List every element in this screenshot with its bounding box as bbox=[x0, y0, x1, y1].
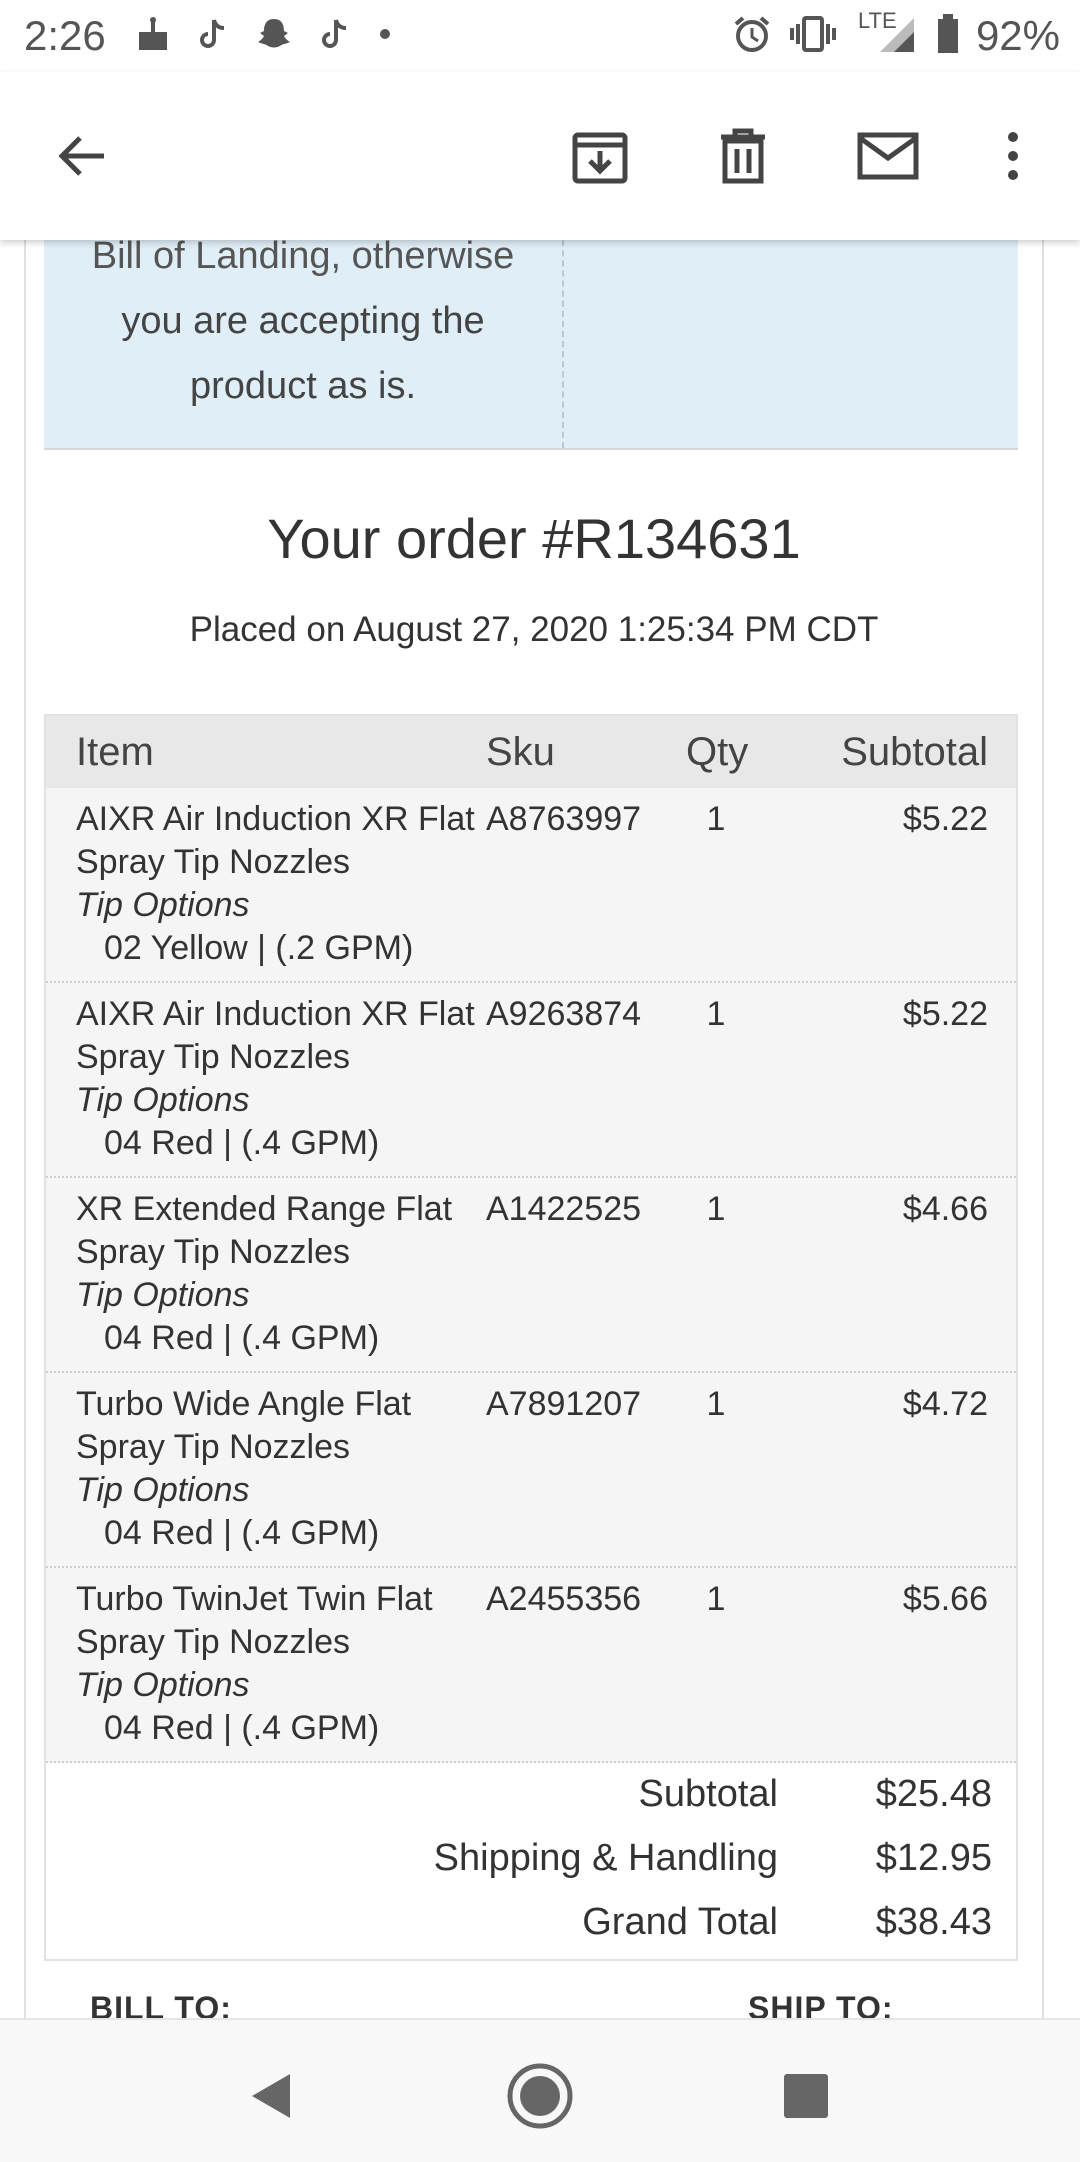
vibrate-icon bbox=[788, 14, 838, 59]
option-label: Tip Options bbox=[76, 1081, 250, 1119]
option-value: 04 Red | (.4 GPM) bbox=[104, 1709, 380, 1747]
header-item: Item bbox=[76, 729, 154, 774]
notice-divider bbox=[562, 240, 564, 448]
trash-icon bbox=[721, 128, 765, 184]
back-triangle-icon bbox=[252, 2074, 290, 2118]
option-label: Tip Options bbox=[76, 886, 250, 924]
header-qty: Qty bbox=[686, 729, 749, 774]
back-arrow-icon bbox=[58, 136, 104, 176]
order-placed-date: Placed on August 27, 2020 1:25:34 PM CDT bbox=[189, 610, 879, 649]
item-subtotal: $4.66 bbox=[902, 1190, 988, 1228]
grand-total-line: Grand Total $38.43 bbox=[46, 1901, 1020, 1965]
grand-total-value: $38.43 bbox=[875, 1901, 992, 1943]
home-circle-icon bbox=[507, 2063, 573, 2129]
table-row: XR Extended Range Flat Spray Tip Nozzles… bbox=[46, 1178, 1016, 1373]
ship-to-heading: SHIP TO: bbox=[748, 1990, 894, 2018]
option-value: 04 Red | (.4 GPM) bbox=[104, 1514, 380, 1552]
bill-to-heading: BILL TO: bbox=[90, 1990, 232, 2018]
notice-line-2: you are accepting the bbox=[121, 300, 485, 342]
item-sku: A2455356 bbox=[486, 1580, 642, 1618]
table-row: AIXR Air Induction XR Flat Spray Tip Noz… bbox=[46, 983, 1016, 1178]
option-value: 04 Red | (.4 GPM) bbox=[104, 1124, 380, 1162]
grand-total-label: Grand Total bbox=[582, 1901, 778, 1943]
status-bar: 2:26 LTE 92% bbox=[0, 0, 1080, 72]
item-qty: 1 bbox=[706, 995, 726, 1033]
table-row: Turbo TwinJet Twin Flat Spray Tip Nozzle… bbox=[46, 1568, 1016, 1763]
more-vert-icon bbox=[1008, 132, 1018, 180]
back-button[interactable] bbox=[42, 116, 122, 196]
network-type: LTE bbox=[857, 7, 897, 33]
signal-icon: LTE bbox=[854, 8, 920, 59]
option-label: Tip Options bbox=[76, 1666, 250, 1704]
cake-icon bbox=[136, 16, 170, 52]
dot-icon bbox=[378, 27, 392, 41]
subtotal-line: Subtotal $25.48 bbox=[46, 1773, 1020, 1837]
item-sku: A9263874 bbox=[486, 995, 642, 1033]
subtotal-value: $25.48 bbox=[875, 1773, 992, 1815]
notice-line-1: Bill of Landing, otherwise bbox=[91, 240, 515, 277]
shipping-value: $12.95 bbox=[875, 1837, 992, 1879]
nav-recents-button[interactable] bbox=[766, 2056, 846, 2136]
email-body: Bill of Landing, otherwise you are accep… bbox=[24, 240, 1044, 2018]
battery-percentage: 92% bbox=[975, 12, 1060, 59]
order-items-table: Item Sku Qty Subtotal AIXR Air Induction… bbox=[44, 714, 1018, 1961]
more-options-button[interactable] bbox=[973, 116, 1053, 196]
notice-box: Bill of Landing, otherwise you are accep… bbox=[44, 240, 1018, 450]
table-row: AIXR Air Induction XR Flat Spray Tip Noz… bbox=[46, 788, 1016, 983]
item-name: AIXR Air Induction XR Flat Spray Tip Noz… bbox=[76, 995, 475, 1076]
item-subtotal: $4.72 bbox=[902, 1385, 988, 1423]
alarm-icon bbox=[732, 14, 772, 59]
system-icons: LTE 92% bbox=[732, 8, 1060, 60]
option-value: 04 Red | (.4 GPM) bbox=[104, 1319, 380, 1357]
system-nav-bar bbox=[0, 2018, 1080, 2162]
nav-back-button[interactable] bbox=[230, 2056, 310, 2136]
item-sku: A8763997 bbox=[486, 800, 642, 838]
item-qty: 1 bbox=[706, 1190, 726, 1228]
item-name: XR Extended Range Flat Spray Tip Nozzles bbox=[76, 1190, 453, 1271]
email-content[interactable]: Bill of Landing, otherwise you are accep… bbox=[0, 240, 1080, 2018]
delete-button[interactable] bbox=[703, 116, 783, 196]
item-name: AIXR Air Induction XR Flat Spray Tip Noz… bbox=[76, 800, 475, 881]
item-qty: 1 bbox=[706, 1580, 726, 1618]
recents-square-icon bbox=[784, 2074, 828, 2118]
status-time: 2:26 bbox=[24, 12, 106, 59]
snapchat-icon bbox=[256, 16, 292, 52]
item-name: Turbo Wide Angle Flat Spray Tip Nozzles bbox=[76, 1385, 412, 1466]
mail-icon bbox=[857, 132, 919, 180]
order-title: Your order #R134631 bbox=[267, 507, 801, 570]
shipping-label: Shipping & Handling bbox=[433, 1837, 778, 1879]
shipping-line: Shipping & Handling $12.95 bbox=[46, 1837, 1020, 1901]
header-sku: Sku bbox=[486, 729, 555, 774]
order-totals: Subtotal $25.48 Shipping & Handling $12.… bbox=[46, 1763, 1016, 1959]
archive-icon bbox=[572, 132, 628, 184]
notice-line-3: product as is. bbox=[190, 365, 416, 407]
item-sku: A1422525 bbox=[486, 1190, 642, 1228]
app-bar bbox=[0, 72, 1080, 240]
item-qty: 1 bbox=[706, 800, 726, 838]
table-row: Turbo Wide Angle Flat Spray Tip Nozzles … bbox=[46, 1373, 1016, 1568]
archive-button[interactable] bbox=[560, 116, 640, 196]
option-label: Tip Options bbox=[76, 1471, 250, 1509]
header-subtotal: Subtotal bbox=[841, 729, 988, 774]
item-subtotal: $5.66 bbox=[902, 1580, 988, 1618]
subtotal-label: Subtotal bbox=[638, 1773, 778, 1815]
table-header: Item Sku Qty Subtotal bbox=[46, 716, 1016, 788]
item-subtotal: $5.22 bbox=[902, 995, 988, 1033]
option-value: 02 Yellow | (.2 GPM) bbox=[104, 929, 414, 967]
item-subtotal: $5.22 bbox=[902, 800, 988, 838]
battery-icon bbox=[936, 13, 960, 59]
item-qty: 1 bbox=[706, 1385, 726, 1423]
notice-text: Bill of Landing, otherwise you are accep… bbox=[44, 240, 562, 419]
mark-unread-button[interactable] bbox=[848, 116, 928, 196]
tiktok-icon bbox=[322, 18, 348, 50]
item-sku: A7891207 bbox=[486, 1385, 642, 1423]
item-name: Turbo TwinJet Twin Flat Spray Tip Nozzle… bbox=[76, 1580, 433, 1661]
notification-icons bbox=[136, 16, 392, 52]
nav-home-button[interactable] bbox=[500, 2056, 580, 2136]
tiktok-icon bbox=[200, 18, 226, 50]
option-label: Tip Options bbox=[76, 1276, 250, 1314]
